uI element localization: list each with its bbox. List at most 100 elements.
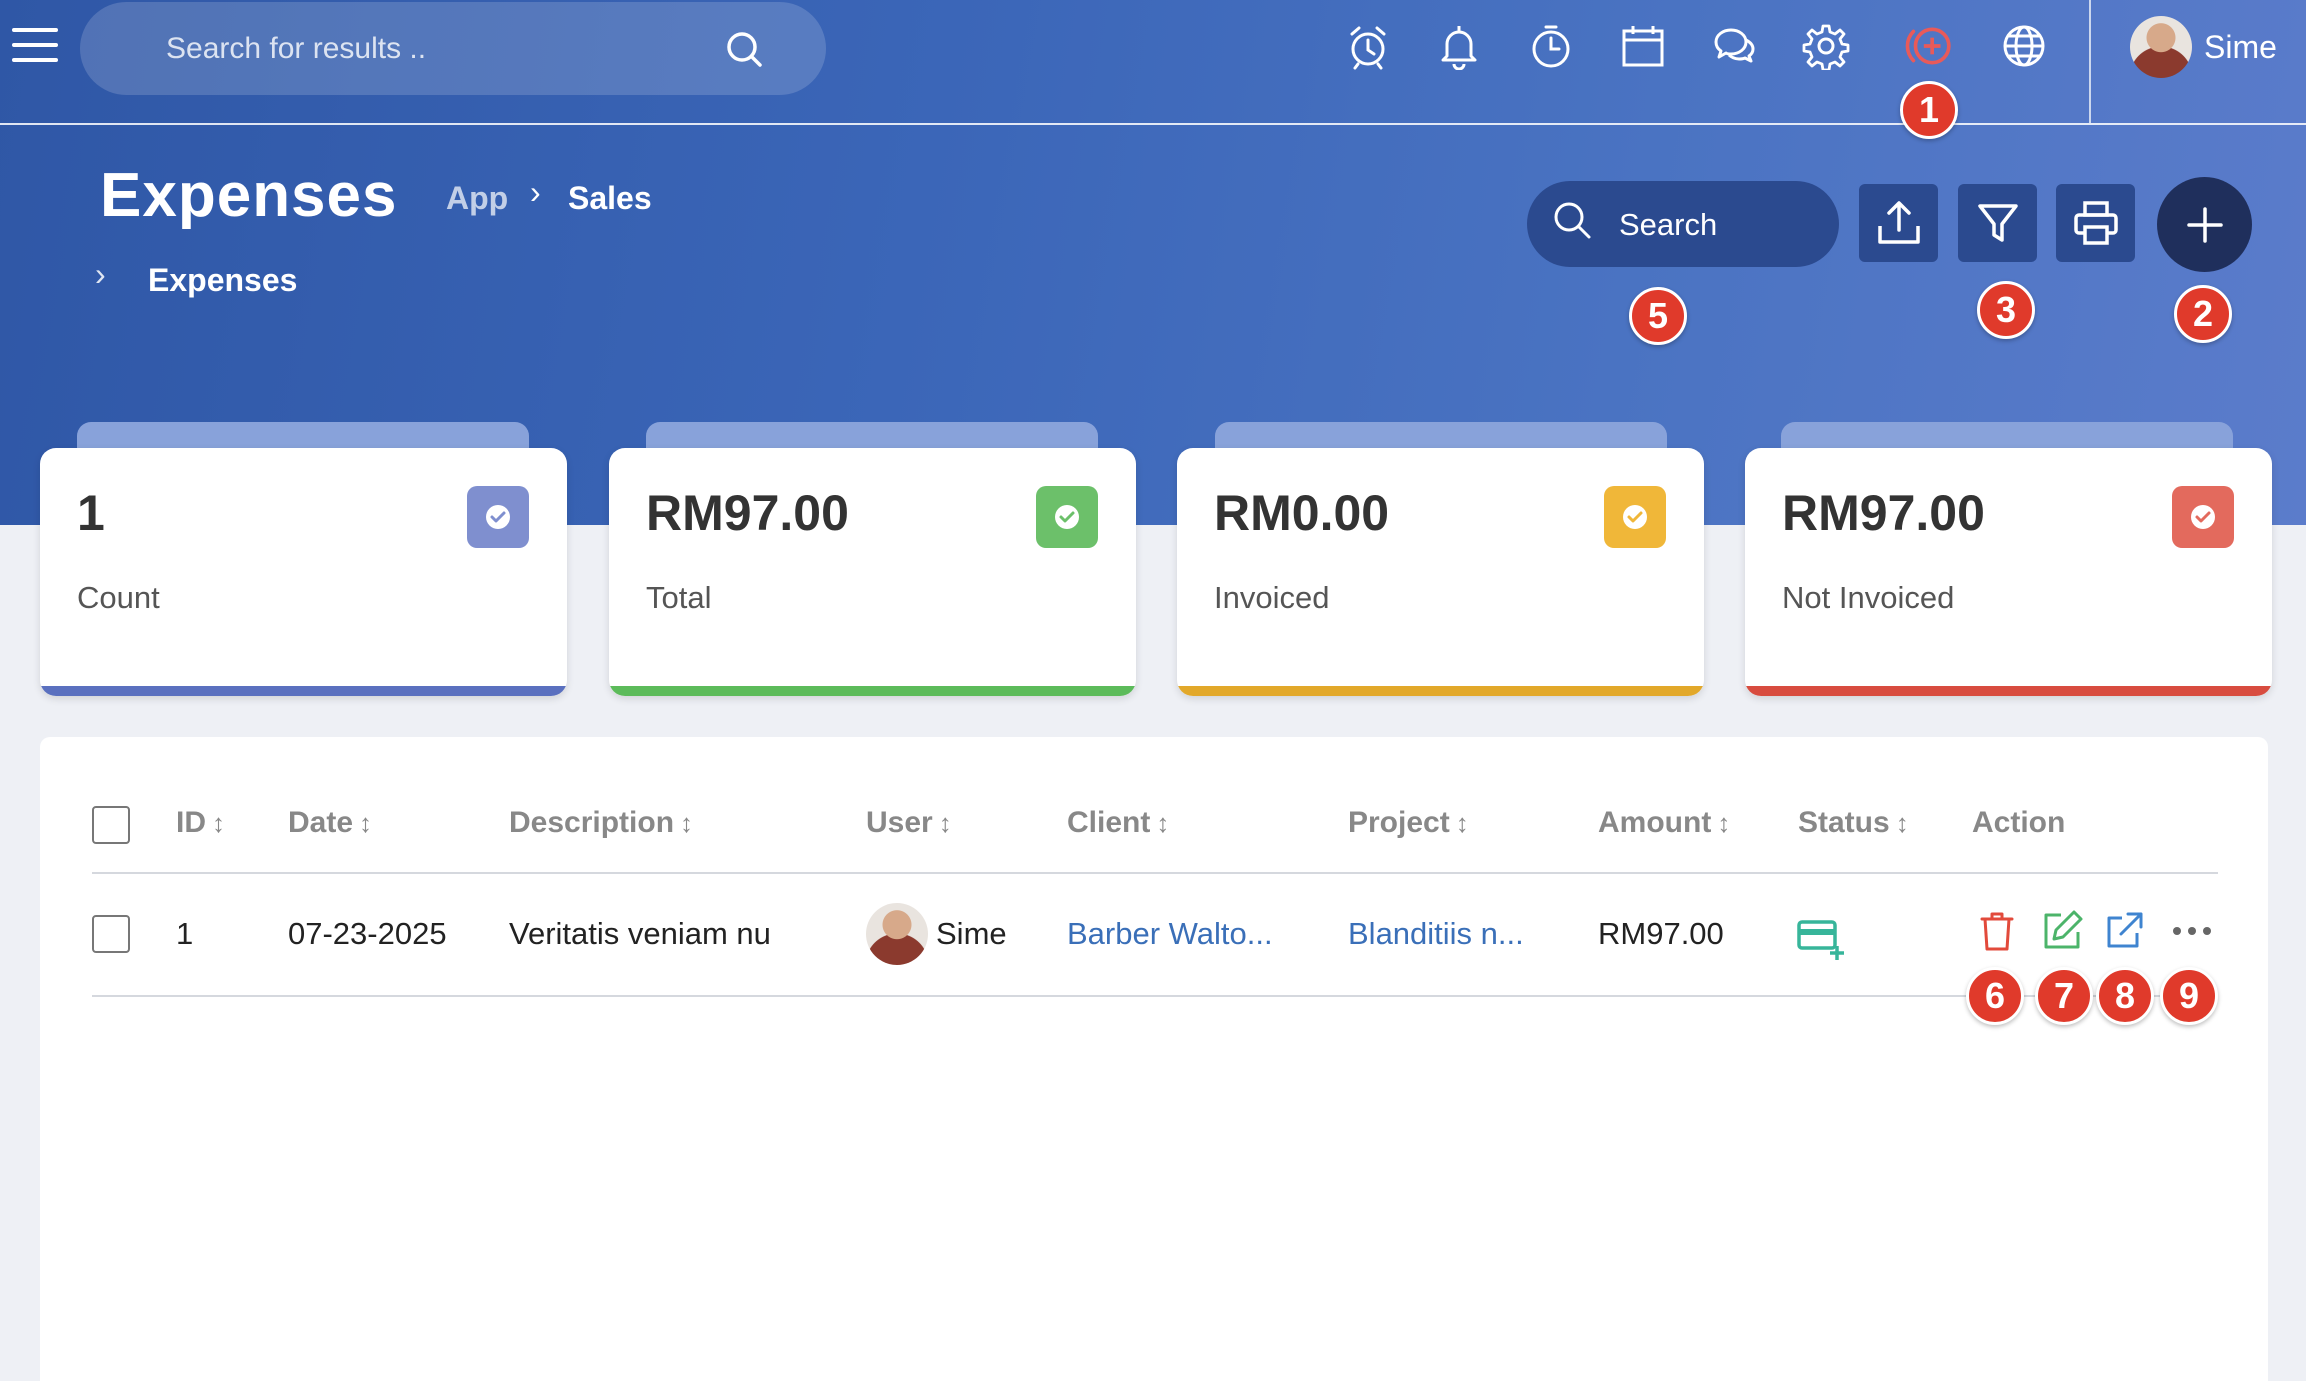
stat-card-not-invoiced: RM97.00 Not Invoiced [1745, 448, 2272, 696]
cell-amount: RM97.00 [1598, 916, 1724, 951]
chevron-right-icon: › [530, 174, 541, 210]
row-checkbox[interactable] [92, 915, 130, 953]
filter-icon [1977, 204, 2018, 242]
user-name: Sime [2204, 28, 2277, 65]
sort-icon: ↕ [680, 808, 694, 838]
column-header-project[interactable]: Project ↕ [1348, 806, 1469, 840]
more-horizontal-icon [2173, 927, 2211, 935]
topbar-divider [2089, 0, 2091, 123]
sort-icon: ↕ [938, 808, 952, 838]
sort-icon: ↕ [1156, 808, 1170, 838]
external-link-icon [2107, 912, 2143, 948]
global-search-input[interactable] [166, 24, 686, 74]
add-circle-icon[interactable] [1896, 18, 1960, 74]
cell-description: Veritatis veniam nu [509, 916, 771, 951]
stat-label: Total [646, 580, 712, 615]
column-header-user[interactable]: User ↕ [866, 806, 952, 840]
delete-button[interactable] [1974, 908, 2020, 954]
annotation-badge: 9 [2160, 967, 2218, 1025]
trash-icon [1980, 912, 2014, 951]
timer-icon[interactable] [1525, 18, 1577, 74]
stat-label: Count [77, 580, 160, 615]
breadcrumb-app[interactable]: App [446, 180, 508, 217]
avatar [2130, 16, 2192, 78]
stat-label: Not Invoiced [1782, 580, 1955, 615]
stat-value: 1 [77, 485, 105, 541]
search-icon [1554, 202, 1591, 239]
card-accent-bar [40, 686, 567, 696]
card-accent-bar [1177, 686, 1704, 696]
edit-icon [2044, 910, 2083, 949]
filter-button[interactable] [1958, 184, 2037, 262]
bell-icon[interactable] [1433, 18, 1485, 74]
page-title: Expenses [100, 161, 398, 230]
plus-icon [2186, 206, 2223, 243]
print-button[interactable] [2056, 184, 2135, 262]
annotation-badge: 7 [2035, 967, 2093, 1025]
column-header-date[interactable]: Date ↕ [288, 806, 372, 840]
upload-icon [1877, 201, 1920, 244]
add-expense-button[interactable] [2157, 177, 2252, 272]
check-circle-icon [1604, 486, 1666, 548]
column-header-description[interactable]: Description ↕ [509, 806, 693, 840]
page-search-input[interactable] [1619, 203, 1819, 247]
annotation-badge: 1 [1900, 81, 1958, 139]
stat-value: RM0.00 [1214, 485, 1390, 541]
annotation-badge: 2 [2174, 285, 2232, 343]
avatar [866, 903, 928, 965]
sort-icon: ↕ [359, 808, 373, 838]
stat-card-total: RM97.00 Total [609, 448, 1136, 696]
select-all-checkbox[interactable] [92, 806, 130, 844]
global-search [80, 2, 826, 95]
card-accent-bar [609, 686, 1136, 696]
globe-icon[interactable] [1998, 18, 2050, 74]
search-icon[interactable] [724, 29, 764, 69]
breadcrumb-sales[interactable]: Sales [568, 180, 652, 217]
alarm-icon[interactable] [1342, 18, 1394, 74]
cell-date: 07-23-2025 [288, 916, 447, 951]
header-divider [92, 872, 2218, 874]
printer-icon [2073, 201, 2118, 245]
sort-icon: ↕ [212, 808, 225, 838]
user-menu[interactable]: Sime [2130, 16, 2277, 78]
check-circle-icon [1036, 486, 1098, 548]
column-header-status[interactable]: Status ↕ [1798, 806, 1909, 840]
row-divider [92, 995, 2218, 997]
cell-client-link[interactable]: Barber Walto... [1067, 916, 1273, 952]
breadcrumb-expenses: Expenses [148, 262, 298, 298]
user-name: Sime [936, 916, 1007, 951]
annotation-badge: 8 [2096, 967, 2154, 1025]
more-button[interactable] [2169, 908, 2215, 954]
sort-icon: ↕ [1717, 808, 1731, 838]
annotation-badge: 5 [1629, 287, 1687, 345]
cell-project-link[interactable]: Blanditiis n... [1348, 916, 1524, 952]
column-header-amount[interactable]: Amount ↕ [1598, 806, 1730, 840]
check-circle-icon [2172, 486, 2234, 548]
sort-icon: ↕ [1455, 808, 1469, 838]
gear-icon[interactable] [1800, 18, 1852, 74]
chat-icon[interactable] [1708, 18, 1760, 74]
page-search [1527, 181, 1839, 267]
column-header-action: Action [1972, 806, 2066, 839]
card-accent-bar [1745, 686, 2272, 696]
annotation-badge: 3 [1977, 281, 2035, 339]
stat-card-invoiced: RM0.00 Invoiced [1177, 448, 1704, 696]
card-add-icon[interactable] [1797, 918, 1845, 962]
stat-value: RM97.00 [1782, 485, 1985, 541]
stat-label: Invoiced [1214, 580, 1330, 615]
check-circle-icon [467, 486, 529, 548]
edit-button[interactable] [2039, 908, 2085, 954]
column-header-id[interactable]: ID ↕ [176, 806, 225, 840]
column-header-client[interactable]: Client ↕ [1067, 806, 1169, 840]
top-bar: Sime [0, 0, 2306, 125]
open-button[interactable] [2101, 908, 2147, 954]
calendar-icon[interactable] [1617, 18, 1669, 74]
menu-icon[interactable] [12, 28, 58, 64]
cell-user: Sime [866, 903, 1007, 965]
export-button[interactable] [1859, 184, 1938, 262]
stat-card-count: 1 Count [40, 448, 567, 696]
stat-value: RM97.00 [646, 485, 849, 541]
chevron-right-icon: › [95, 256, 106, 292]
sort-icon: ↕ [1895, 808, 1909, 838]
cell-id: 1 [176, 916, 194, 951]
